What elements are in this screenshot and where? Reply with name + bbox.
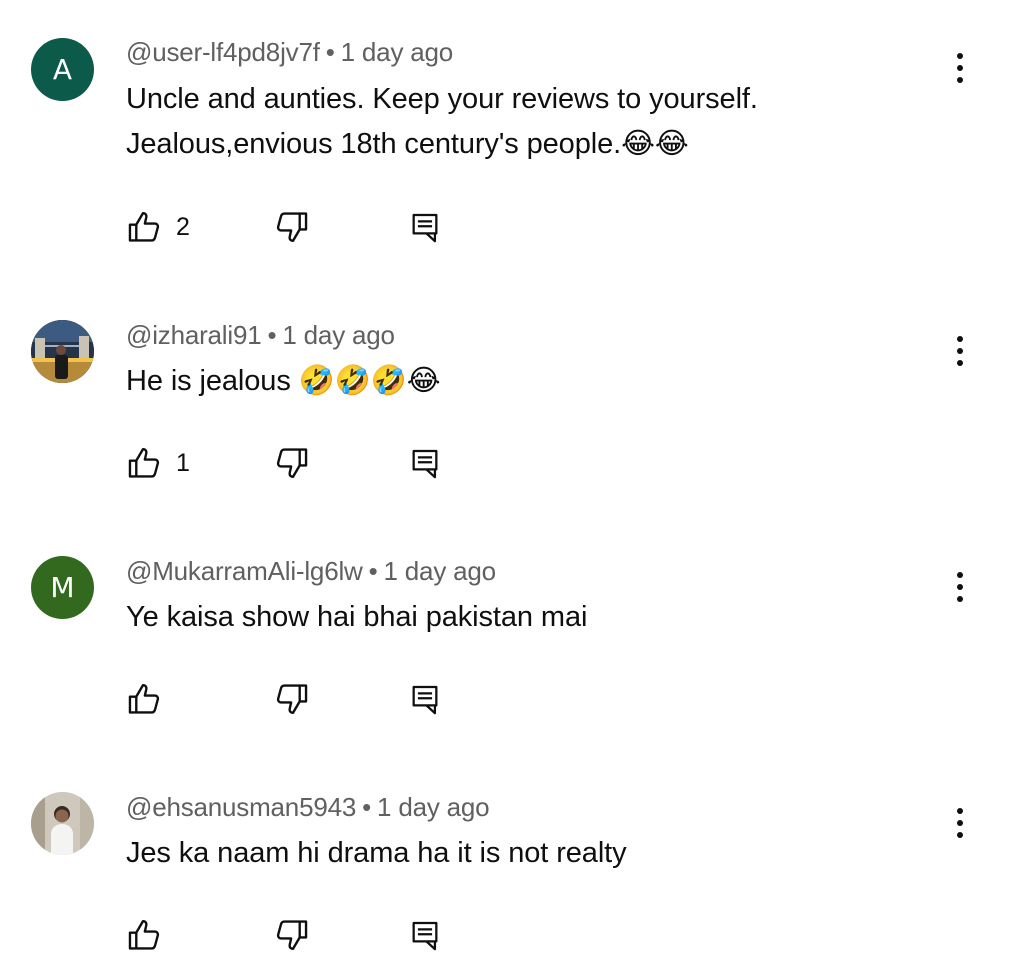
thumb-down-icon — [276, 684, 308, 714]
thumb-up-icon — [128, 448, 160, 478]
comment-text: Ye kaisa show hai bhai pakistan mai — [126, 595, 906, 640]
more-vert-dot — [957, 77, 963, 83]
thumb-up-icon — [128, 920, 160, 950]
timestamp[interactable]: 1 day ago — [341, 37, 454, 67]
more-vert-icon — [957, 808, 963, 814]
like-count: 2 — [176, 212, 190, 241]
comment-meta: @izharali91 • 1 day ago — [126, 320, 395, 351]
reply-button[interactable] — [408, 207, 442, 247]
more-vert-icon — [957, 572, 963, 578]
thumb-up-icon — [128, 212, 160, 242]
comment-actions — [126, 915, 526, 955]
comment-line: Uncle and aunties. Keep your reviews to … — [126, 83, 758, 115]
author-handle[interactable]: @MukarramAli-lg6lw — [126, 556, 363, 586]
reply-button[interactable] — [408, 443, 442, 483]
more-vert-icon — [957, 336, 963, 342]
reply-icon — [412, 685, 438, 715]
more-vert-dot — [957, 65, 963, 71]
more-vert-dot — [957, 832, 963, 838]
reply-button[interactable] — [408, 679, 442, 719]
reply-button[interactable] — [408, 915, 442, 955]
more-vert-dot — [957, 596, 963, 602]
like-button[interactable] — [126, 679, 176, 719]
thumb-down-icon — [276, 920, 308, 950]
comment-actions — [126, 679, 526, 719]
comment-meta: @user-lf4pd8jv7f • 1 day ago — [126, 37, 453, 68]
comment-text: He is jealous 🤣🤣🤣😂 — [126, 359, 906, 404]
more-vert-dot — [957, 348, 963, 354]
separator: • — [368, 556, 378, 586]
comment-text: Jes ka naam hi drama ha it is not realty — [126, 831, 906, 876]
more-vert-icon — [957, 53, 963, 59]
more-vert-dot — [957, 584, 963, 590]
more-vert-dot — [957, 360, 963, 366]
more-vert-dot — [957, 820, 963, 826]
comment-actions: 2 — [126, 207, 526, 247]
author-handle[interactable]: @izharali91 — [126, 320, 262, 350]
thumb-up-icon — [128, 684, 160, 714]
separator: • — [362, 792, 372, 822]
separator: • — [267, 320, 277, 350]
timestamp[interactable]: 1 day ago — [384, 556, 497, 586]
dislike-button[interactable] — [272, 207, 310, 247]
comment-line: He is jealous 🤣🤣🤣😂 — [126, 365, 441, 397]
like-button[interactable] — [126, 915, 176, 955]
thumb-down-icon — [276, 448, 308, 478]
dislike-button[interactable] — [272, 443, 310, 483]
dislike-button[interactable] — [272, 679, 310, 719]
reply-icon — [412, 213, 438, 243]
reply-icon — [412, 449, 438, 479]
author-handle[interactable]: @ehsanusman5943 — [126, 792, 356, 822]
comment-line: Jealous,envious 18th century's people.😂😂 — [126, 128, 689, 160]
avatar-letter: A — [52, 53, 73, 86]
comment-line: Ye kaisa show hai bhai pakistan mai — [126, 601, 588, 633]
separator: • — [325, 37, 335, 67]
more-options-button[interactable] — [944, 803, 976, 843]
like-button[interactable]: 2 — [126, 207, 190, 247]
dislike-button[interactable] — [272, 915, 310, 955]
comment-text: Uncle and aunties. Keep your reviews to … — [126, 77, 906, 167]
comment-meta: @MukarramAli-lg6lw • 1 day ago — [126, 556, 496, 587]
author-handle[interactable]: @user-lf4pd8jv7f — [126, 37, 320, 67]
photo-avatar — [31, 792, 94, 855]
comment-meta: @ehsanusman5943 • 1 day ago — [126, 792, 490, 823]
reply-icon — [412, 921, 438, 951]
timestamp[interactable]: 1 day ago — [282, 320, 395, 350]
avatar[interactable] — [31, 792, 94, 855]
avatar[interactable] — [31, 320, 94, 383]
avatar-letter: M — [50, 571, 75, 604]
timestamp[interactable]: 1 day ago — [377, 792, 490, 822]
more-options-button[interactable] — [944, 331, 976, 371]
comment-line: Jes ka naam hi drama ha it is not realty — [126, 837, 627, 869]
thumb-down-icon — [276, 212, 308, 242]
more-options-button[interactable] — [944, 567, 976, 607]
like-button[interactable]: 1 — [126, 443, 190, 483]
more-options-button[interactable] — [944, 48, 976, 88]
like-count: 1 — [176, 448, 190, 477]
comment-actions: 1 — [126, 443, 526, 483]
photo-avatar — [31, 320, 94, 383]
avatar[interactable]: A — [31, 38, 94, 101]
avatar[interactable]: M — [31, 556, 94, 619]
